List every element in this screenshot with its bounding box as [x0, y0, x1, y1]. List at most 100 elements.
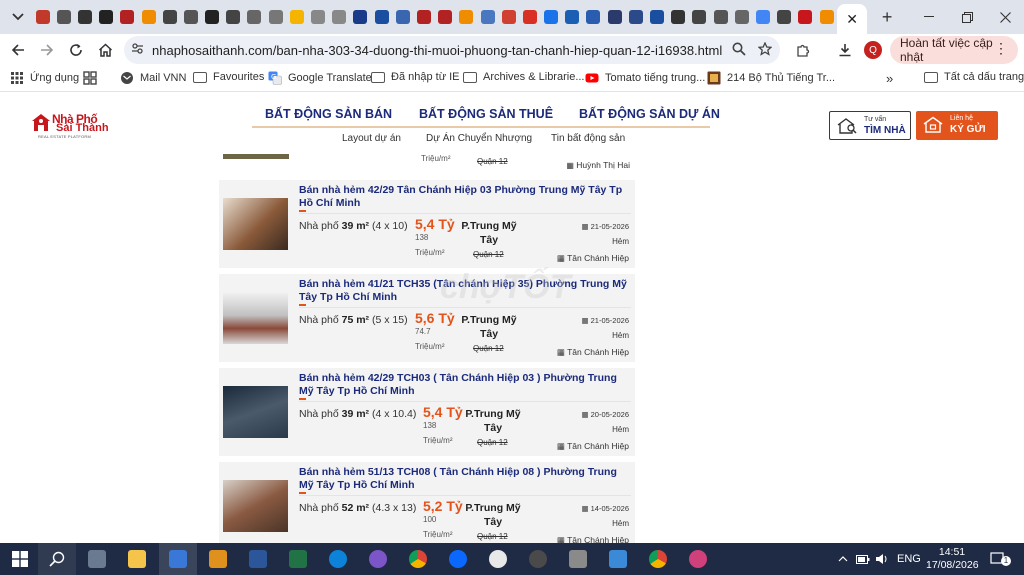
restore-button[interactable] — [948, 0, 986, 34]
edge-icon[interactable] — [326, 547, 350, 571]
url-text[interactable]: nhaphosaithanh.com/ban-nha-303-34-duong-… — [152, 43, 722, 58]
listing-title[interactable]: Bán nhà hẻm 42/29 TCH03 ( Tân Chánh Hiệp… — [299, 372, 631, 397]
site-logo[interactable]: Nhà Phố Sài Thành REAL ESTATE PLATFORM — [30, 112, 110, 139]
bookmark-mail-vnn[interactable]: Mail VNN — [120, 71, 186, 85]
browser-tab[interactable] — [583, 4, 604, 30]
listing-thumbnail[interactable] — [223, 198, 288, 250]
bookmark-grid[interactable] — [83, 71, 97, 85]
browser-tab[interactable] — [159, 4, 180, 30]
bookmark-star-icon[interactable] — [757, 40, 773, 59]
browser-tab[interactable] — [562, 4, 583, 30]
search-icon[interactable] — [45, 547, 69, 571]
browser-tab[interactable] — [668, 4, 689, 30]
browser-tab[interactable] — [795, 4, 816, 30]
browser-tab[interactable] — [774, 4, 795, 30]
browser-tab[interactable] — [710, 4, 731, 30]
browser-tab[interactable] — [519, 4, 540, 30]
nav-bds-du-an[interactable]: BẤT ĐỘNG SẢN DỰ ÁN — [579, 107, 720, 121]
browser-tab[interactable] — [392, 4, 413, 30]
notifications-icon[interactable]: 1 — [990, 543, 1011, 575]
browser-tab[interactable] — [350, 4, 371, 30]
browser-tab[interactable] — [74, 4, 95, 30]
browser-tab[interactable] — [286, 4, 307, 30]
word-icon[interactable] — [246, 547, 270, 571]
browser-tab[interactable] — [477, 4, 498, 30]
home-button[interactable] — [91, 36, 119, 64]
nav-bds-ban[interactable]: BẤT ĐỘNG SẢN BÁN — [265, 107, 392, 121]
browser-tab[interactable] — [180, 4, 201, 30]
more-bookmarks-chevron-icon[interactable]: » — [886, 71, 893, 86]
language-indicator[interactable]: ENG — [897, 543, 921, 575]
browser-tab[interactable] — [329, 4, 350, 30]
browser-tab[interactable] — [371, 4, 392, 30]
bookmark-google-translate[interactable]: G Google Translate — [268, 71, 372, 85]
minimize-button[interactable] — [910, 0, 948, 34]
listing-thumbnail[interactable] — [223, 292, 288, 344]
browser-tab[interactable] — [604, 4, 625, 30]
usb-app-icon[interactable] — [566, 547, 590, 571]
bookmark-favourites[interactable]: Favourites — [193, 71, 264, 83]
subnav-layout-du-an[interactable]: Layout dự án — [342, 133, 401, 144]
nav-bds-thue[interactable]: BẤT ĐỘNG SẢN THUÊ — [419, 107, 553, 121]
new-tab-button[interactable]: + — [873, 3, 901, 31]
subnav-tin-bds[interactable]: Tin bất động sản — [551, 133, 625, 144]
browser-tab[interactable] — [53, 4, 74, 30]
bookmark-imported-ie[interactable]: Đã nhập từ IE — [371, 71, 460, 83]
start-windows-icon[interactable] — [8, 547, 32, 571]
downloads-icon[interactable] — [831, 36, 859, 64]
tab-search-chevron-icon[interactable] — [4, 3, 32, 31]
chatgpt-icon[interactable] — [486, 547, 510, 571]
app-icon[interactable] — [526, 547, 550, 571]
browser-tab[interactable] — [32, 4, 53, 30]
browser-tab[interactable] — [646, 4, 667, 30]
close-window-button[interactable] — [986, 0, 1024, 34]
browser-tab[interactable] — [498, 4, 519, 30]
browser-tab[interactable] — [541, 4, 562, 30]
listing-thumbnail[interactable] — [223, 480, 288, 532]
excel-icon[interactable] — [286, 547, 310, 571]
consign-button[interactable]: Liên hệ KÝ GỬI — [916, 111, 998, 140]
site-info-icon[interactable] — [124, 42, 150, 58]
back-button[interactable] — [4, 36, 32, 64]
browser-tab[interactable] — [625, 4, 646, 30]
bookmark-tomato[interactable]: Tomato tiếng trung... — [585, 71, 705, 85]
chrome-icon[interactable] — [406, 547, 430, 571]
browser-tab[interactable] — [96, 4, 117, 30]
close-tab-icon[interactable]: ✕ — [846, 11, 858, 28]
subnav-du-an-chuyen-nhuong[interactable]: Dự Án Chuyển Nhượng — [426, 133, 532, 144]
battery-icon[interactable] — [856, 543, 870, 575]
bookmark-apps[interactable]: Ứng dụng — [10, 71, 79, 85]
file-explorer-icon[interactable] — [125, 547, 149, 571]
more-menu-icon[interactable]: ⋮ — [994, 40, 1008, 57]
browser-tab[interactable] — [413, 4, 434, 30]
forward-button[interactable] — [33, 36, 61, 64]
zalo-icon[interactable] — [446, 547, 470, 571]
browser-tab[interactable] — [265, 4, 286, 30]
browser-tab[interactable] — [816, 4, 837, 30]
bookmark-214-bo-thu[interactable]: 214 Bộ Thủ Tiếng Tr... — [707, 71, 835, 85]
camera-app-icon[interactable] — [85, 547, 109, 571]
photos-icon[interactable] — [606, 547, 630, 571]
tray-chevron-icon[interactable] — [838, 543, 848, 575]
outlook-icon[interactable] — [206, 547, 230, 571]
active-tab[interactable]: ✕ — [837, 4, 868, 34]
browser-tab[interactable] — [202, 4, 223, 30]
browser-tab[interactable] — [138, 4, 159, 30]
sticky-app-icon[interactable] — [166, 547, 190, 571]
listing-card[interactable]: Bán nhà hẻm 42/29 Tân Chánh Hiệp 03 Phườ… — [219, 180, 635, 268]
listing-card[interactable]: Bán nhà hẻm 42/29 TCH03 ( Tân Chánh Hiệp… — [219, 368, 635, 456]
partial-listing[interactable]: Triệu/m² Quận 12 ▦ Huỳnh Thị Hai — [220, 154, 634, 172]
browser-tab[interactable] — [223, 4, 244, 30]
listing-card[interactable]: Bán nhà hẻm 51/13 TCH08 ( Tân Chánh Hiệp… — [219, 462, 635, 544]
address-bar[interactable]: nhaphosaithanh.com/ban-nha-303-34-duong-… — [124, 36, 780, 64]
listing-title[interactable]: Bán nhà hẻm 42/29 Tân Chánh Hiệp 03 Phườ… — [299, 184, 631, 209]
listing-title[interactable]: Bán nhà hẻm 51/13 TCH08 ( Tân Chánh Hiệp… — [299, 466, 631, 491]
browser-tab[interactable] — [307, 4, 328, 30]
chrome-profile-icon[interactable] — [646, 547, 670, 571]
find-house-button[interactable]: Tư vấn TÌM NHÀ — [829, 111, 911, 140]
browser-tab[interactable] — [435, 4, 456, 30]
update-button[interactable]: Hoàn tất việc cập nhật ⋮ — [890, 36, 1018, 64]
listing-card[interactable]: Bán nhà hẻm 41/21 TCH35 (Tân chánh Hiệp … — [219, 274, 635, 362]
all-bookmarks[interactable]: Tất cả dấu trang — [924, 71, 1024, 83]
extensions-icon[interactable] — [789, 36, 817, 64]
